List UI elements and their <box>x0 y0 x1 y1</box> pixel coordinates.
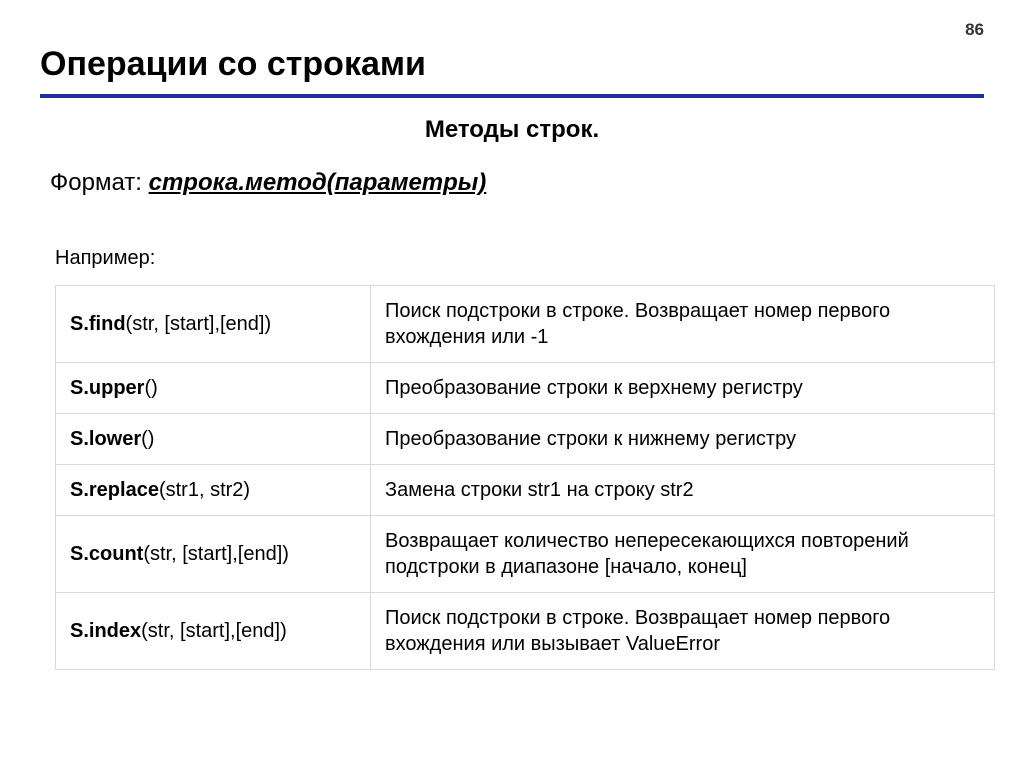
methods-table: S.find(str, [start],[end]) Поиск подстро… <box>55 285 995 670</box>
method-cell: S.find(str, [start],[end]) <box>56 286 371 363</box>
method-name: S.lower <box>70 428 141 450</box>
table-row: S.count(str, [start],[end]) Возвращает к… <box>56 516 995 593</box>
description-cell: Преобразование строки к верхнему регистр… <box>371 363 995 414</box>
page-title: Операции со строками <box>40 45 984 98</box>
table-row: S.find(str, [start],[end]) Поиск подстро… <box>56 286 995 363</box>
table-row: S.replace(str1, str2) Замена строки str1… <box>56 465 995 516</box>
description-cell: Поиск подстроки в строке. Возвращает ном… <box>371 286 995 363</box>
example-label: Например: <box>55 247 984 270</box>
method-name: S.index <box>70 620 141 642</box>
page-number: 86 <box>40 20 984 40</box>
method-cell: S.count(str, [start],[end]) <box>56 516 371 593</box>
method-cell: S.replace(str1, str2) <box>56 465 371 516</box>
description-cell: Замена строки str1 на строку str2 <box>371 465 995 516</box>
method-params: (str, [start],[end]) <box>126 313 272 335</box>
method-name: S.find <box>70 313 126 335</box>
method-params: () <box>141 428 154 450</box>
method-cell: S.lower() <box>56 414 371 465</box>
method-params: () <box>144 377 157 399</box>
method-cell: S.index(str, [start],[end]) <box>56 593 371 670</box>
description-cell: Преобразование строки к нижнему регистру <box>371 414 995 465</box>
method-params: (str1, str2) <box>159 479 250 501</box>
format-line: Формат: строка.метод(параметры) <box>50 169 984 197</box>
subtitle: Методы строк. <box>40 116 984 144</box>
format-syntax: строка.метод(параметры) <box>149 169 487 196</box>
table-row: S.index(str, [start],[end]) Поиск подстр… <box>56 593 995 670</box>
method-cell: S.upper() <box>56 363 371 414</box>
description-cell: Поиск подстроки в строке. Возвращает ном… <box>371 593 995 670</box>
method-name: S.upper <box>70 377 144 399</box>
table-row: S.upper() Преобразование строки к верхне… <box>56 363 995 414</box>
method-params: (str, [start],[end]) <box>141 620 287 642</box>
method-name: S.replace <box>70 479 159 501</box>
method-params: (str, [start],[end]) <box>143 543 289 565</box>
description-cell: Возвращает количество непересекающихся п… <box>371 516 995 593</box>
format-label: Формат: <box>50 169 149 196</box>
table-row: S.lower() Преобразование строки к нижнем… <box>56 414 995 465</box>
method-name: S.count <box>70 543 143 565</box>
